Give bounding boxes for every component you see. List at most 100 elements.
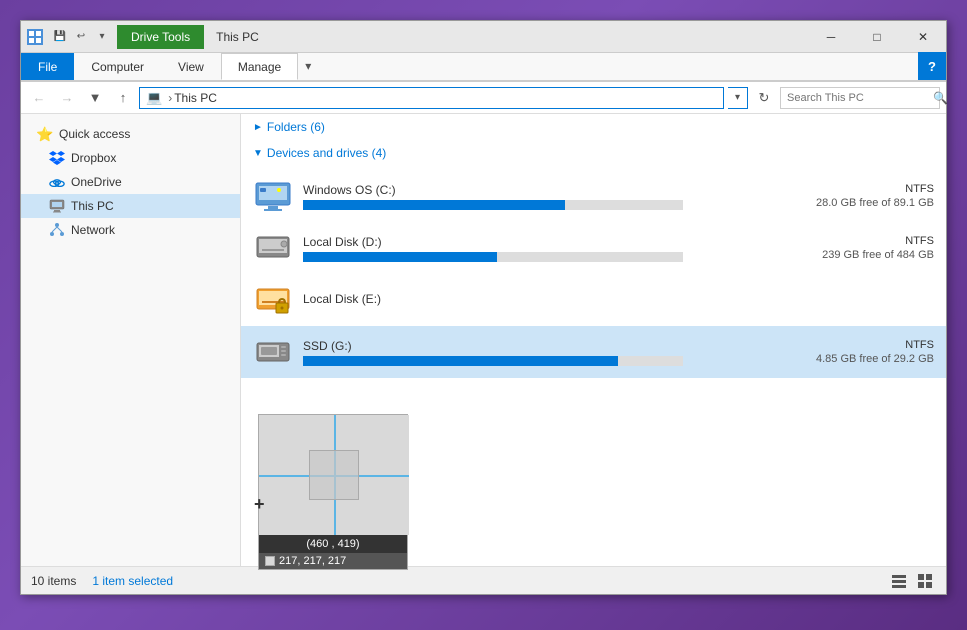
sidebar-item-network[interactable]: Network	[21, 218, 240, 242]
sidebar-label-quickaccess: Quick access	[59, 127, 232, 141]
drive-c-info: Windows OS (C:)	[303, 183, 744, 210]
status-bar: 10 items 1 item selected	[21, 566, 946, 594]
drive-c-fs: NTFS	[754, 183, 934, 195]
main-area: ⭐ Quick access Dropbox OneDrive This PC	[21, 114, 946, 566]
drive-c-space: 28.0 GB free of 89.1 GB	[754, 197, 934, 209]
tab-view[interactable]: View	[161, 53, 221, 80]
window-title: This PC	[216, 30, 259, 44]
tab-computer[interactable]: Computer	[74, 53, 161, 80]
drive-c-name: Windows OS (C:)	[303, 183, 744, 197]
network-icon	[49, 222, 65, 238]
minimize-button[interactable]: ─	[808, 21, 854, 53]
drive-e-name: Local Disk (E:)	[303, 292, 744, 306]
drive-g-icon	[253, 332, 293, 372]
sidebar-label-thispc: This PC	[71, 199, 232, 213]
folders-section-label: Folders (6)	[267, 120, 325, 134]
sidebar-label-dropbox: Dropbox	[71, 151, 232, 165]
titlebar-left: 💾 ↩ ▾ Drive Tools This PC	[21, 25, 808, 49]
maximize-button[interactable]: □	[854, 21, 900, 53]
drive-d-meta: NTFS 239 GB free of 484 GB	[754, 235, 934, 261]
drive-e-icon	[253, 280, 293, 320]
drive-g-fs: NTFS	[754, 339, 934, 351]
tooltip-color-value: 217, 217, 217	[279, 555, 346, 567]
path-separator: ›	[168, 91, 172, 105]
drag-cursor: +	[254, 494, 265, 515]
devices-section-header[interactable]: ▼ Devices and drives (4)	[241, 140, 946, 166]
search-icon: 🔍	[933, 91, 948, 105]
ribbon-tab-bar: File Computer View Manage ▾ ?	[21, 53, 946, 81]
help-button[interactable]: ?	[918, 52, 946, 80]
search-input[interactable]	[787, 92, 929, 104]
items-count: 10 items	[31, 574, 76, 588]
drag-tooltip: (460 , 419) 217, 217, 217	[258, 414, 408, 570]
drive-g-info: SSD (G:)	[303, 339, 744, 366]
sidebar-label-onedrive: OneDrive	[71, 175, 232, 189]
ribbon-expand-btn[interactable]: ▾	[298, 52, 318, 80]
tab-file[interactable]: File	[21, 53, 74, 80]
tooltip-coords: (460 , 419)	[259, 535, 407, 553]
window-icon	[27, 29, 43, 45]
qa-undo-btn[interactable]: ↩	[72, 28, 90, 46]
address-path[interactable]: 💻 › This PC	[139, 87, 724, 109]
drive-d-fs: NTFS	[754, 235, 934, 247]
quickaccess-icon: ⭐	[37, 126, 53, 142]
onedrive-icon	[49, 174, 65, 190]
devices-section-label: Devices and drives (4)	[267, 146, 386, 160]
recent-locations-button[interactable]: ▼	[83, 86, 107, 110]
sidebar-item-thispc[interactable]: This PC	[21, 194, 240, 218]
devices-chevron: ▼	[253, 148, 263, 159]
drives-list: Windows OS (C:) NTFS 28.0 GB free of 89.…	[241, 166, 946, 382]
up-button[interactable]: ↑	[111, 86, 135, 110]
drive-c-progress-bg	[303, 200, 683, 210]
path-part-thispc: This PC	[174, 91, 217, 105]
drive-g-meta: NTFS 4.85 GB free of 29.2 GB	[754, 339, 934, 365]
back-button[interactable]: ←	[27, 86, 51, 110]
window-controls: ─ □ ✕	[808, 21, 946, 53]
sidebar-item-onedrive[interactable]: OneDrive	[21, 170, 240, 194]
drive-c-icon	[253, 176, 293, 216]
search-box[interactable]: 🔍	[780, 87, 940, 109]
drive-d-name: Local Disk (D:)	[303, 235, 744, 249]
sidebar-label-network: Network	[71, 223, 232, 237]
drive-g-progress-fill	[303, 356, 618, 366]
drive-e[interactable]: Local Disk (E:)	[241, 274, 946, 326]
drive-d[interactable]: Local Disk (D:) NTFS 239 GB free of 484 …	[241, 222, 946, 274]
forward-button[interactable]: →	[55, 86, 79, 110]
drive-d-progress-bg	[303, 252, 683, 262]
quick-access-toolbar: 💾 ↩ ▾	[51, 28, 111, 46]
drive-g-space: 4.85 GB free of 29.2 GB	[754, 353, 934, 365]
drive-c-meta: NTFS 28.0 GB free of 89.1 GB	[754, 183, 934, 209]
ribbon: File Computer View Manage ▾ ?	[21, 53, 946, 82]
drive-g-progress-bg	[303, 356, 683, 366]
tab-manage[interactable]: Manage	[221, 53, 298, 80]
refresh-button[interactable]: ↻	[752, 86, 776, 110]
large-icons-view-button[interactable]	[914, 570, 936, 592]
drive-d-info: Local Disk (D:)	[303, 235, 744, 262]
sidebar-item-dropbox[interactable]: Dropbox	[21, 146, 240, 170]
sidebar-item-quickaccess[interactable]: ⭐ Quick access	[21, 122, 240, 146]
folders-section-header[interactable]: ► Folders (6)	[241, 114, 946, 140]
drive-tools-tab[interactable]: Drive Tools	[117, 25, 204, 49]
address-bar: ← → ▼ ↑ 💻 › This PC ▾ ↻ 🔍	[21, 82, 946, 114]
view-toggle	[888, 570, 936, 592]
titlebar: 💾 ↩ ▾ Drive Tools This PC ─ □ ✕	[21, 21, 946, 53]
qa-save-btn[interactable]: 💾	[51, 28, 69, 46]
qa-dropdown-btn[interactable]: ▾	[93, 28, 111, 46]
drive-d-icon	[253, 228, 293, 268]
folders-chevron: ►	[253, 122, 263, 133]
drive-c-progress-fill	[303, 200, 565, 210]
selected-count: 1 item selected	[92, 574, 173, 588]
drive-d-space: 239 GB free of 484 GB	[754, 249, 934, 261]
address-dropdown-button[interactable]: ▾	[728, 87, 748, 109]
tooltip-color: 217, 217, 217	[259, 553, 407, 569]
tooltip-center-rect	[309, 450, 359, 500]
sidebar: ⭐ Quick access Dropbox OneDrive This PC	[21, 114, 241, 566]
dropbox-icon	[49, 150, 65, 166]
drive-c[interactable]: Windows OS (C:) NTFS 28.0 GB free of 89.…	[241, 170, 946, 222]
details-view-button[interactable]	[888, 570, 910, 592]
thispc-icon	[49, 198, 65, 214]
drive-g[interactable]: SSD (G:) NTFS 4.85 GB free of 29.2 GB	[241, 326, 946, 378]
close-button[interactable]: ✕	[900, 21, 946, 53]
tooltip-canvas	[259, 415, 409, 535]
drive-d-progress-fill	[303, 252, 497, 262]
